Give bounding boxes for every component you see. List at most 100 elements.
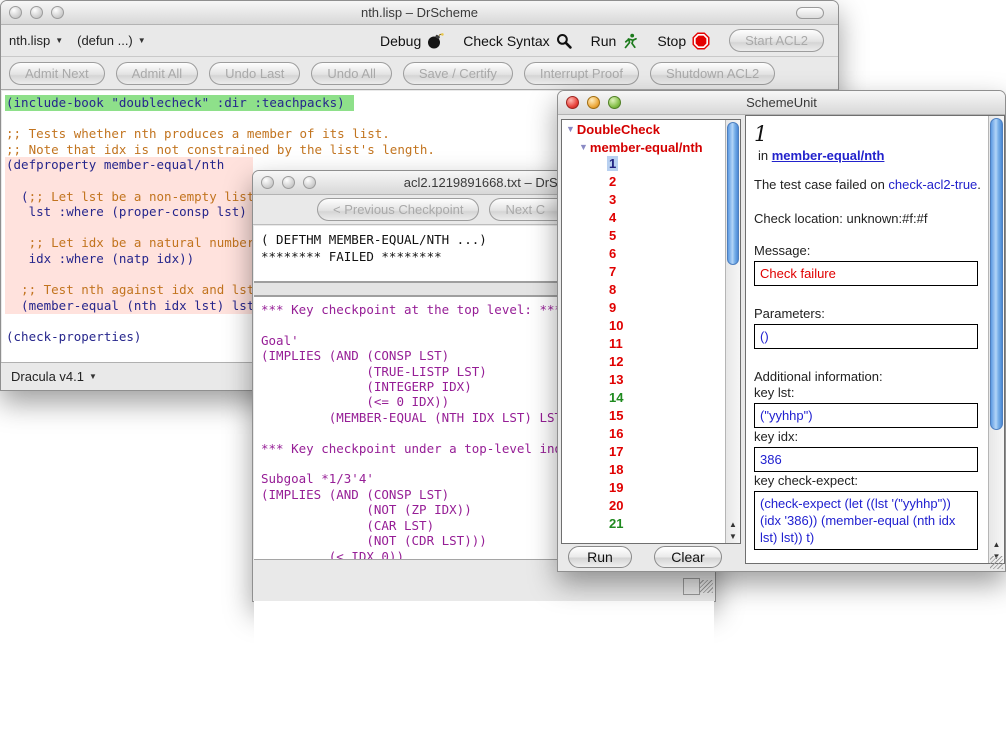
test-case-item[interactable]: 2	[562, 174, 740, 192]
test-case-item[interactable]: 9	[562, 300, 740, 318]
test-case-item[interactable]: 16	[562, 426, 740, 444]
acl2-toolbar-button[interactable]: Undo Last	[209, 62, 300, 85]
tree-scrollbar[interactable]: ▲ ▼	[725, 120, 740, 543]
test-case-number[interactable]: 6	[607, 246, 618, 261]
acl2-toolbar-button[interactable]: Interrupt Proof	[524, 62, 639, 85]
test-case-item[interactable]: 5	[562, 228, 740, 246]
failure-text-end: .	[977, 177, 981, 192]
case-group-link[interactable]: member-equal/nth	[772, 148, 885, 163]
scroll-down-arrow[interactable]: ▼	[729, 532, 737, 541]
run-tests-button[interactable]: Run	[568, 546, 632, 568]
test-case-number[interactable]: 13	[607, 372, 625, 387]
test-case-number[interactable]: 3	[607, 192, 618, 207]
runner-icon	[622, 33, 638, 49]
acl2-toolbar-button[interactable]: Admit Next	[9, 62, 105, 85]
check-syntax-button[interactable]: Check Syntax	[463, 33, 571, 49]
detail-scrollbar[interactable]: ▲ ▼	[988, 116, 1004, 563]
acl2-resize-grip[interactable]	[700, 580, 713, 593]
test-case-item[interactable]: 12	[562, 354, 740, 372]
schemeunit-footer: Run Clear	[558, 542, 739, 571]
test-case-number[interactable]: 18	[607, 462, 625, 477]
defun-dropdown[interactable]: (defun ...) ▼	[77, 33, 146, 48]
scrollbar-thumb[interactable]	[727, 122, 739, 265]
test-case-item[interactable]: 13	[562, 372, 740, 390]
test-case-number[interactable]: 8	[607, 282, 618, 297]
check-location-line: Check location: unknown:#f:#f	[754, 211, 983, 226]
check-acl2-true-ref: check-acl2-true	[888, 177, 977, 192]
schemeunit-resize-grip[interactable]	[990, 556, 1003, 569]
code-comment: ;; Let idx be a natural number.	[6, 235, 262, 250]
test-case-number[interactable]: 1	[607, 156, 618, 171]
tree-item-doublecheck[interactable]: ▼ DoubleCheck	[562, 120, 740, 138]
test-case-item[interactable]: 20	[562, 498, 740, 516]
acl2-toolbar-button[interactable]: Admit All	[116, 62, 199, 85]
debug-button[interactable]: Debug	[380, 32, 444, 49]
code-text: lst :where (proper-consp lst)	[6, 204, 247, 219]
test-case-number[interactable]: 21	[607, 516, 625, 531]
code-text: (include-book "doublecheck" :dir :teachp…	[6, 95, 345, 110]
scrollbar-thumb[interactable]	[990, 118, 1003, 430]
run-button[interactable]: Run	[591, 33, 639, 49]
acl2-toolbar-button[interactable]: Shutdown ACL2	[650, 62, 775, 85]
test-case-number[interactable]: 17	[607, 444, 625, 459]
test-case-item[interactable]: 15	[562, 408, 740, 426]
clear-button[interactable]: Clear	[654, 546, 722, 568]
test-case-item[interactable]: 4	[562, 210, 740, 228]
test-case-number[interactable]: 11	[607, 336, 625, 351]
code-comment: ;; Let lst be a non-empty list.	[29, 189, 262, 204]
test-case-number[interactable]: 14	[607, 390, 625, 405]
test-case-item[interactable]: 19	[562, 480, 740, 498]
acl2-toolbar-button[interactable]: Save / Certify	[403, 62, 513, 85]
dracula-language-dropdown[interactable]: Dracula v4.1 ▼	[11, 369, 97, 384]
test-case-item[interactable]: 3	[562, 192, 740, 210]
stop-button[interactable]: Stop	[657, 32, 710, 50]
test-case-number[interactable]: 10	[607, 318, 625, 333]
test-case-number[interactable]: 19	[607, 480, 625, 495]
acl2-output-text: *** Key checkpoint at the top level: ***…	[261, 302, 585, 564]
main-titlebar[interactable]: nth.lisp – DrScheme	[1, 1, 838, 25]
bomb-icon	[427, 32, 444, 49]
test-detail-panel[interactable]: 1 in member-equal/nth The test case fail…	[745, 115, 1005, 564]
test-tree-panel[interactable]: ▼ DoubleCheck ▼ member-equal/nth 1234567…	[561, 119, 741, 544]
test-case-item[interactable]: 18	[562, 462, 740, 480]
tree-item-member-equal-nth[interactable]: ▼ member-equal/nth	[562, 138, 740, 156]
test-case-number[interactable]: 15	[607, 408, 625, 423]
test-case-item[interactable]: 1	[562, 156, 740, 174]
dracula-version-label: Dracula v4.1	[11, 369, 84, 384]
test-case-item[interactable]: 6	[562, 246, 740, 264]
code-text: (	[6, 189, 29, 204]
test-case-item[interactable]: 17	[562, 444, 740, 462]
file-dropdown[interactable]: nth.lisp ▼	[9, 33, 63, 48]
test-case-number[interactable]: 12	[607, 354, 625, 369]
test-case-number[interactable]: 9	[607, 300, 618, 315]
scroll-up-arrow[interactable]: ▲	[993, 540, 1001, 549]
acl2-toolbar-button[interactable]: Undo All	[311, 62, 391, 85]
test-case-number[interactable]: 4	[607, 210, 618, 225]
check-syntax-label: Check Syntax	[463, 33, 549, 49]
start-acl2-button[interactable]: Start ACL2	[729, 29, 824, 52]
scroll-up-arrow[interactable]: ▲	[729, 520, 737, 529]
disclosure-triangle-icon[interactable]: ▼	[566, 124, 575, 134]
test-case-number[interactable]: 5	[607, 228, 618, 243]
schemeunit-titlebar[interactable]: SchemeUnit	[558, 91, 1005, 115]
code-text: (check-properties)	[6, 329, 141, 344]
case-number-heading: 1	[754, 122, 983, 146]
test-case-item[interactable]: 7	[562, 264, 740, 282]
code-comment: ;; Note that idx is not constrained by t…	[6, 142, 435, 157]
test-case-item[interactable]: 10	[562, 318, 740, 336]
toolbar-toggle-pill[interactable]	[796, 7, 824, 19]
previous-checkpoint-button[interactable]: < Previous Checkpoint	[317, 198, 479, 221]
test-case-item[interactable]: 21	[562, 516, 740, 534]
disclosure-triangle-icon[interactable]: ▼	[579, 142, 588, 152]
test-case-item[interactable]: 14	[562, 390, 740, 408]
detail-fields: key lst:("yyhhp")key idx:386key check-ex…	[754, 385, 983, 550]
chevron-down-icon: ▼	[55, 36, 63, 45]
test-case-item[interactable]: 11	[562, 336, 740, 354]
test-case-number[interactable]: 2	[607, 174, 618, 189]
test-case-item[interactable]: 8	[562, 282, 740, 300]
acl2-footer-square	[683, 578, 700, 595]
test-case-number[interactable]: 7	[607, 264, 618, 279]
magnifier-icon	[556, 33, 572, 49]
test-case-number[interactable]: 16	[607, 426, 625, 441]
test-case-number[interactable]: 20	[607, 498, 625, 513]
